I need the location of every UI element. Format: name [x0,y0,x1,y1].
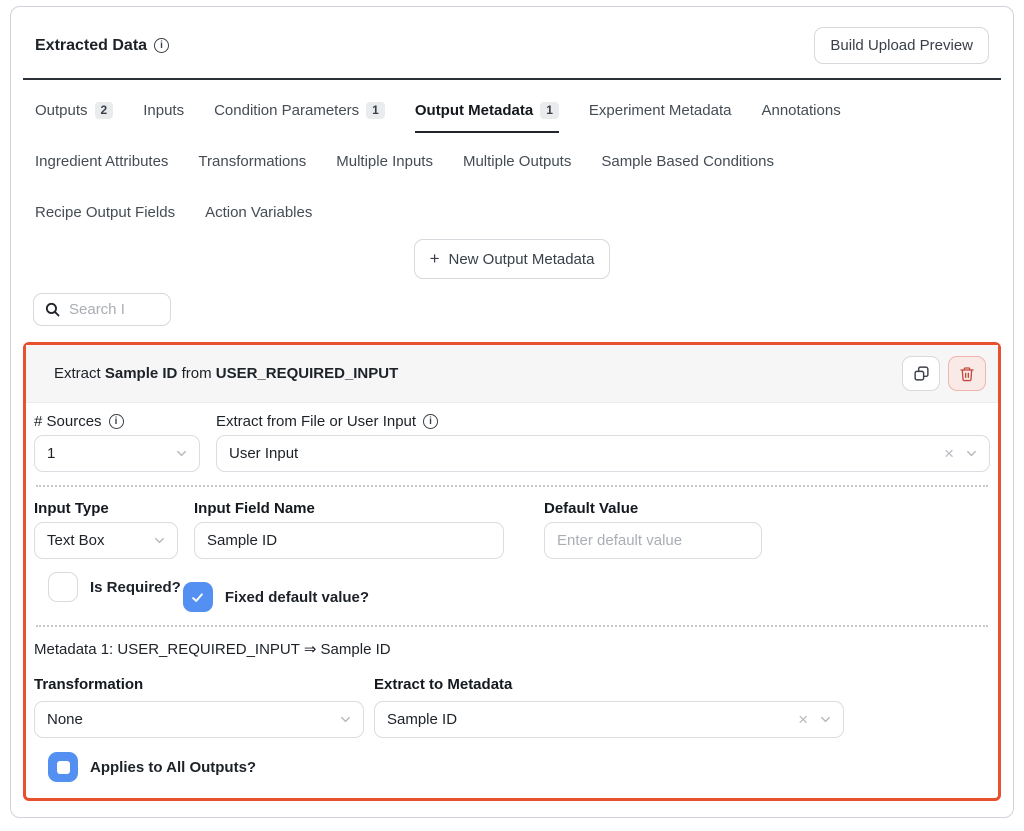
default-value-input[interactable] [544,522,762,559]
input-type-select[interactable]: Text Box [34,522,178,559]
sources-field: # Sources i 1 [34,413,200,472]
tab-annotations[interactable]: Annotations [761,102,840,123]
is-required-label: Is Required? [90,579,181,596]
build-upload-preview-button[interactable]: Build Upload Preview [814,27,989,64]
applies-all-checkbox[interactable] [48,752,78,782]
transformation-select[interactable]: None [34,701,364,738]
card-body: # Sources i 1 Extract from File or User … [26,403,998,798]
search-box[interactable] [33,293,171,326]
tab-condition-parameters[interactable]: Condition Parameters1 [214,102,385,123]
copy-icon [913,365,930,382]
new-output-metadata-button[interactable]: + New Output Metadata [414,239,611,279]
copy-button[interactable] [902,356,940,391]
sources-section: # Sources i 1 Extract from File or User … [34,413,990,472]
input-field-name-field: Input Field Name [194,500,504,559]
chevron-down-icon [152,533,167,548]
chevron-down-icon [174,446,189,461]
extract-from-select[interactable]: User Input × [216,435,990,472]
extract-from-field: Extract from File or User Input i User I… [216,413,990,472]
card-title-subject: Sample ID [105,365,178,382]
extract-to-label: Extract to Metadata [374,676,844,693]
new-metadata-button-row: + New Output Metadata [23,239,1001,279]
checkmark-icon [190,590,205,605]
info-icon[interactable]: i [109,414,124,429]
is-required-checkbox[interactable] [48,572,78,602]
fixed-default-label: Fixed default value? [225,589,369,606]
tab-inputs[interactable]: Inputs [143,102,184,123]
applies-all-label: Applies to All Outputs? [90,759,256,776]
sources-select[interactable]: 1 [34,435,200,472]
chevron-down-icon [964,446,979,461]
input-type-label: Input Type [34,500,178,517]
transformation-field: Transformation None [34,676,364,738]
default-value-field: Default Value [544,500,762,559]
extract-to-select[interactable]: Sample ID × [374,701,844,738]
card-title: Extract Sample ID from USER_REQUIRED_INP… [54,365,398,382]
tab-condition-parameters-badge: 1 [366,102,385,119]
sources-label: # Sources i [34,413,200,430]
applies-all-group: Applies to All Outputs? [48,752,990,782]
input-field-name-input[interactable] [194,522,504,559]
input-type-field: Input Type Text Box [34,500,178,559]
extract-to-field: Extract to Metadata Sample ID × [374,676,844,738]
info-icon[interactable]: i [423,414,438,429]
info-icon[interactable]: i [154,38,169,53]
tab-recipe-output-fields[interactable]: Recipe Output Fields [35,204,175,225]
clear-x-icon[interactable]: × [798,711,808,728]
tab-experiment-metadata[interactable]: Experiment Metadata [589,102,732,123]
tab-row-3: Recipe Output Fields Action Variables [35,204,989,225]
tab-output-metadata-badge: 1 [540,102,559,119]
transformation-label: Transformation [34,676,364,693]
indeterminate-square-icon [57,761,70,774]
metadata-section: Metadata 1: USER_REQUIRED_INPUT ⇒ Sample… [34,640,990,782]
tab-multiple-outputs[interactable]: Multiple Outputs [463,153,571,174]
required-checkbox-row: Is Required? Fixed default value? [48,572,990,612]
tab-ingredient-attributes[interactable]: Ingredient Attributes [35,153,168,174]
input-type-section: Input Type Text Box Input Field Name Def… [34,500,990,559]
page-title-text: Extracted Data [35,37,147,55]
extracted-data-panel: Extracted Data i Build Upload Preview Ou… [10,6,1014,818]
card-title-source: USER_REQUIRED_INPUT [216,365,399,382]
extract-from-label: Extract from File or User Input i [216,413,990,430]
tab-multiple-inputs[interactable]: Multiple Inputs [336,153,433,174]
search-icon [44,301,61,318]
card-actions [902,356,986,391]
search-input[interactable] [69,301,160,318]
fixed-default-group: Fixed default value? [183,582,369,612]
tab-sample-based-conditions[interactable]: Sample Based Conditions [601,153,774,174]
page-title: Extracted Data i [35,37,169,55]
tab-bar: Outputs2 Inputs Condition Parameters1 Ou… [23,80,1001,225]
output-metadata-card: Extract Sample ID from USER_REQUIRED_INP… [23,342,1001,801]
section-divider [36,625,988,627]
chevron-down-icon [818,712,833,727]
tab-output-metadata[interactable]: Output Metadata1 [415,102,559,133]
default-value-label: Default Value [544,500,762,517]
tab-row-2: Ingredient Attributes Transformations Mu… [35,153,989,174]
tab-outputs-badge: 2 [95,102,114,119]
tab-outputs[interactable]: Outputs2 [35,102,113,123]
chevron-down-icon [338,712,353,727]
is-required-group: Is Required? [48,572,181,602]
card-header: Extract Sample ID from USER_REQUIRED_INP… [26,345,998,403]
tab-row-1: Outputs2 Inputs Condition Parameters1 Ou… [35,102,989,123]
section-divider [36,485,988,487]
fixed-default-checkbox[interactable] [183,582,213,612]
tab-action-variables[interactable]: Action Variables [205,204,312,225]
plus-icon: + [430,249,440,269]
clear-x-icon[interactable]: × [944,445,954,462]
panel-header: Extracted Data i Build Upload Preview [23,25,1001,64]
transformation-row: Transformation None Extract to Metadata … [34,676,990,738]
trash-icon [959,366,975,382]
delete-button[interactable] [948,356,986,391]
input-field-name-label: Input Field Name [194,500,504,517]
metadata-mapping-text: Metadata 1: USER_REQUIRED_INPUT ⇒ Sample… [34,640,990,658]
tab-transformations[interactable]: Transformations [198,153,306,174]
